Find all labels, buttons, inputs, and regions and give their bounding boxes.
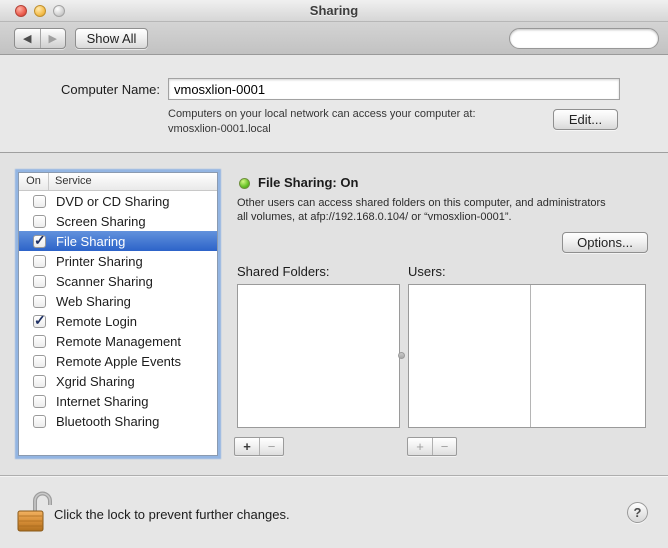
service-row[interactable]: Remote Login (19, 311, 217, 331)
service-checkbox[interactable] (33, 295, 46, 308)
service-checkbox[interactable] (33, 415, 46, 428)
description-line-2: all volumes, at afp://192.168.0.104/ or … (237, 210, 661, 224)
service-label: Xgrid Sharing (56, 374, 135, 389)
service-label: File Sharing (56, 234, 125, 249)
shared-folders-label: Shared Folders: (237, 264, 330, 279)
service-row[interactable]: Remote Management (19, 331, 217, 351)
title-bar: Sharing (0, 0, 668, 22)
back-icon: ◀ (23, 32, 31, 45)
service-label: Scanner Sharing (56, 274, 153, 289)
show-all-button[interactable]: Show All (75, 28, 148, 49)
back-button[interactable]: ◀ (15, 29, 41, 48)
service-label: Bluetooth Sharing (56, 414, 159, 429)
service-checkbox[interactable] (33, 195, 46, 208)
service-row[interactable]: Scanner Sharing (19, 271, 217, 291)
service-checkbox[interactable] (33, 255, 46, 268)
options-button[interactable]: Options... (562, 232, 648, 253)
service-label: Remote Apple Events (56, 354, 181, 369)
shared-folders-controls: + − (234, 437, 284, 456)
service-row[interactable]: Web Sharing (19, 291, 217, 311)
window-title: Sharing (0, 3, 668, 18)
status-title: File Sharing: On (258, 175, 358, 190)
service-row[interactable]: Screen Sharing (19, 211, 217, 231)
service-checkbox[interactable] (33, 215, 46, 228)
service-row[interactable]: Remote Apple Events (19, 351, 217, 371)
service-row[interactable]: Xgrid Sharing (19, 371, 217, 391)
add-shared-folder-button[interactable]: + (235, 438, 259, 455)
service-label: Internet Sharing (56, 394, 149, 409)
computer-name-input[interactable] (168, 78, 620, 100)
users-list[interactable] (408, 284, 646, 428)
forward-button[interactable]: ▶ (41, 29, 66, 48)
service-row[interactable]: Internet Sharing (19, 391, 217, 411)
column-header-service[interactable]: Service (48, 173, 217, 190)
edit-button[interactable]: Edit... (553, 109, 618, 130)
list-resize-handle[interactable] (398, 352, 405, 359)
service-label: Screen Sharing (56, 214, 146, 229)
service-checkbox[interactable] (33, 375, 46, 388)
unlocked-padlock-icon[interactable] (16, 489, 52, 533)
shared-folders-list[interactable] (237, 284, 400, 428)
footer: Click the lock to prevent further change… (0, 475, 668, 548)
main-area: On Service DVD or CD Sharing Screen Shari… (0, 154, 668, 475)
service-label: Remote Login (56, 314, 137, 329)
service-checkbox[interactable] (33, 235, 46, 248)
remove-user-button[interactable]: − (432, 438, 456, 455)
computer-name-helper: Computers on your local network can acce… (168, 107, 476, 137)
helper-line-1: Computers on your local network can acce… (168, 107, 476, 122)
service-checkbox[interactable] (33, 395, 46, 408)
status-green-dot-icon (239, 178, 250, 189)
lock-instruction-text: Click the lock to prevent further change… (54, 507, 290, 522)
service-row[interactable]: File Sharing (19, 231, 217, 251)
service-label: Remote Management (56, 334, 181, 349)
service-checkbox[interactable] (33, 355, 46, 368)
search-field[interactable] (509, 28, 659, 49)
forward-icon: ▶ (49, 32, 57, 45)
service-checkbox[interactable] (33, 315, 46, 328)
nav-segmented-control: ◀ ▶ (14, 28, 66, 49)
add-user-button[interactable]: + (408, 438, 432, 455)
service-checkbox[interactable] (33, 335, 46, 348)
computer-name-section: Computer Name: Computers on your local n… (0, 55, 668, 153)
users-label: Users: (408, 264, 446, 279)
service-label: DVD or CD Sharing (56, 194, 169, 209)
status-description: Other users can access shared folders on… (237, 196, 661, 224)
search-input[interactable] (516, 32, 668, 46)
description-line-1: Other users can access shared folders on… (237, 196, 661, 210)
service-row[interactable]: DVD or CD Sharing (19, 191, 217, 211)
service-list-body: DVD or CD Sharing Screen Sharing File Shar… (19, 191, 217, 431)
help-button[interactable]: ? (627, 502, 648, 523)
service-row[interactable]: Printer Sharing (19, 251, 217, 271)
service-label: Web Sharing (56, 294, 131, 309)
users-list-divider (530, 285, 531, 427)
toolbar: ◀ ▶ Show All (0, 22, 668, 55)
service-list: On Service DVD or CD Sharing Screen Shari… (18, 172, 218, 456)
service-row[interactable]: Bluetooth Sharing (19, 411, 217, 431)
service-list-header: On Service (19, 173, 217, 191)
service-label: Printer Sharing (56, 254, 143, 269)
users-controls: + − (407, 437, 457, 456)
helper-line-2: vmosxlion-0001.local (168, 122, 476, 137)
computer-name-label: Computer Name: (0, 82, 160, 97)
service-checkbox[interactable] (33, 275, 46, 288)
remove-shared-folder-button[interactable]: − (259, 438, 283, 455)
column-header-on[interactable]: On (19, 173, 48, 190)
